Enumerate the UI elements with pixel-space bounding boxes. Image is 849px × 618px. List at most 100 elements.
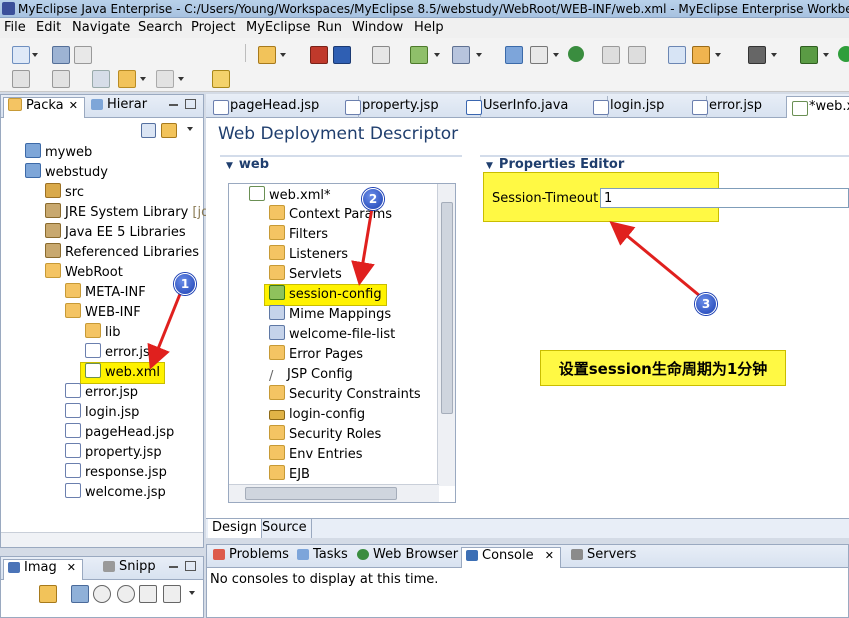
tree-item-error-pages[interactable]: Error Pages bbox=[269, 345, 363, 365]
java-version-icon[interactable] bbox=[372, 46, 390, 64]
tab-source[interactable]: Source bbox=[258, 519, 312, 538]
paste-icon[interactable] bbox=[628, 46, 646, 64]
web-section-header[interactable]: ▼ web bbox=[220, 155, 462, 175]
menu-myeclipse[interactable]: MyEclipse bbox=[246, 20, 311, 35]
collapse-all-icon[interactable] bbox=[141, 123, 156, 138]
tree-item-welcome-file-list[interactable]: welcome-file-list bbox=[269, 325, 395, 345]
tab-web-xml[interactable]: *web.xm bbox=[786, 96, 849, 119]
tree-item-session-config[interactable]: session-config bbox=[264, 284, 387, 306]
deploy-icon[interactable] bbox=[310, 46, 328, 64]
tree-item-web-xml-root[interactable]: web.xml* bbox=[249, 186, 330, 206]
tree-item-env-entries[interactable]: Env Entries bbox=[269, 445, 363, 465]
forward-icon[interactable] bbox=[156, 70, 174, 88]
tree-item-mime-mappings[interactable]: Mime Mappings bbox=[269, 305, 391, 325]
tab-design[interactable]: Design bbox=[208, 519, 262, 538]
print-icon[interactable] bbox=[74, 46, 92, 64]
last-edit-icon[interactable] bbox=[92, 70, 110, 88]
tab-problems[interactable]: Problems bbox=[209, 547, 289, 567]
actual-size-icon[interactable] bbox=[139, 585, 157, 603]
tab-tasks[interactable]: Tasks bbox=[293, 547, 349, 567]
tree-item-javaee[interactable]: Java EE 5 Libraries bbox=[45, 223, 186, 243]
new-dropdown-icon[interactable] bbox=[32, 53, 38, 57]
tree-item-listeners[interactable]: Listeners bbox=[269, 245, 348, 265]
dropdown-icon[interactable] bbox=[823, 53, 829, 57]
terminal-icon[interactable] bbox=[530, 46, 548, 64]
tree-item-property-jsp[interactable]: property.jsp bbox=[65, 443, 162, 463]
menu-edit[interactable]: Edit bbox=[36, 20, 61, 35]
tree-item-jsp-config[interactable]: / JSP Config bbox=[269, 365, 353, 385]
pin-icon[interactable] bbox=[212, 70, 230, 88]
dropdown-icon[interactable] bbox=[434, 53, 440, 57]
tree-horizontal-scrollbar[interactable] bbox=[229, 484, 439, 502]
close-icon[interactable]: ✕ bbox=[67, 561, 76, 574]
session-timeout-input[interactable] bbox=[600, 188, 849, 208]
scroll-thumb[interactable] bbox=[245, 487, 397, 500]
tree-item-welcome-jsp[interactable]: welcome.jsp bbox=[65, 483, 166, 503]
tree-item-security-roles[interactable]: Security Roles bbox=[269, 425, 381, 445]
menu-navigate[interactable]: Navigate bbox=[72, 20, 130, 35]
tree-item-myweb[interactable]: myweb bbox=[25, 143, 92, 163]
dropdown-icon[interactable] bbox=[715, 53, 721, 57]
zoom-in-icon[interactable] bbox=[117, 585, 135, 603]
prev-annotation-icon[interactable] bbox=[52, 70, 70, 88]
zoom-out-icon[interactable] bbox=[93, 585, 111, 603]
copy-icon[interactable] bbox=[602, 46, 620, 64]
menu-file[interactable]: File bbox=[4, 20, 26, 35]
dropdown-icon[interactable] bbox=[280, 53, 286, 57]
minimize-icon[interactable] bbox=[169, 102, 178, 106]
menu-project[interactable]: Project bbox=[191, 20, 235, 35]
view-menu-icon[interactable] bbox=[189, 591, 195, 595]
search-icon[interactable] bbox=[692, 46, 710, 64]
dropdown-icon[interactable] bbox=[553, 53, 559, 57]
tab-web-browser[interactable]: Web Browser bbox=[353, 547, 458, 567]
new-web-project-icon[interactable] bbox=[258, 46, 276, 64]
tab-property-jsp[interactable]: property.jsp bbox=[340, 96, 481, 118]
services-icon[interactable] bbox=[505, 46, 523, 64]
menu-search[interactable]: Search bbox=[138, 20, 183, 35]
maximize-icon[interactable] bbox=[185, 99, 196, 109]
tree-item-jre[interactable]: JRE System Library [jdk bbox=[45, 203, 217, 223]
new-class-icon[interactable] bbox=[668, 46, 686, 64]
next-annotation-icon[interactable] bbox=[12, 70, 30, 88]
tree-item-filters[interactable]: Filters bbox=[269, 225, 328, 245]
tree-item-ejb[interactable]: EJB bbox=[269, 465, 310, 485]
run-config-icon[interactable] bbox=[410, 46, 428, 64]
tree-item-servlets[interactable]: Servlets bbox=[269, 265, 342, 285]
save-icon[interactable] bbox=[52, 46, 70, 64]
tree-item-referenced-libraries[interactable]: Referenced Libraries bbox=[45, 243, 199, 263]
dropdown-icon[interactable] bbox=[476, 53, 482, 57]
menu-help[interactable]: Help bbox=[414, 20, 444, 35]
minimize-icon[interactable] bbox=[169, 564, 178, 568]
link-icon[interactable] bbox=[39, 585, 57, 603]
dropdown-icon[interactable] bbox=[771, 53, 777, 57]
tree-item-security-constraints[interactable]: Security Constraints bbox=[269, 385, 421, 405]
tab-package-explorer[interactable]: Packa ✕ bbox=[3, 97, 85, 118]
menu-window[interactable]: Window bbox=[352, 20, 403, 35]
dropdown-icon[interactable] bbox=[178, 77, 184, 81]
tree-item-web-inf[interactable]: WEB-INF bbox=[65, 303, 141, 323]
tree-item-login-jsp[interactable]: login.jsp bbox=[65, 403, 139, 423]
tree-item-meta-inf[interactable]: META-INF bbox=[65, 283, 146, 303]
tab-console[interactable]: Console ✕ bbox=[461, 547, 561, 568]
tree-item-response-jsp[interactable]: response.jsp bbox=[65, 463, 167, 483]
view-menu-icon[interactable] bbox=[187, 127, 193, 131]
camera-icon[interactable] bbox=[748, 46, 766, 64]
debug-icon[interactable] bbox=[800, 46, 818, 64]
tree-vertical-scrollbar[interactable] bbox=[437, 184, 455, 486]
link-editor-icon[interactable] bbox=[161, 123, 177, 138]
run-icon[interactable] bbox=[838, 46, 849, 62]
tree-item-web-xml[interactable]: web.xml bbox=[80, 362, 165, 384]
fit-window-icon[interactable] bbox=[163, 585, 181, 603]
new-icon[interactable] bbox=[12, 46, 30, 64]
tree-item-webroot[interactable]: WebRoot bbox=[45, 263, 123, 283]
package-explorer-hscroll[interactable] bbox=[1, 532, 203, 547]
tab-pagehead-jsp[interactable]: pageHead.jsp bbox=[208, 96, 359, 118]
tree-item-error-jsp-webinf[interactable]: error.jsp bbox=[85, 343, 158, 363]
menu-run[interactable]: Run bbox=[317, 20, 342, 35]
tab-userinfo-java[interactable]: UserInfo.java bbox=[461, 96, 608, 118]
scroll-thumb[interactable] bbox=[441, 202, 453, 414]
server-icon[interactable] bbox=[333, 46, 351, 64]
tab-hierarchy[interactable]: Hierar bbox=[87, 97, 163, 117]
tree-item-src[interactable]: src bbox=[45, 183, 84, 203]
tree-item-login-config[interactable]: login-config bbox=[269, 405, 365, 425]
